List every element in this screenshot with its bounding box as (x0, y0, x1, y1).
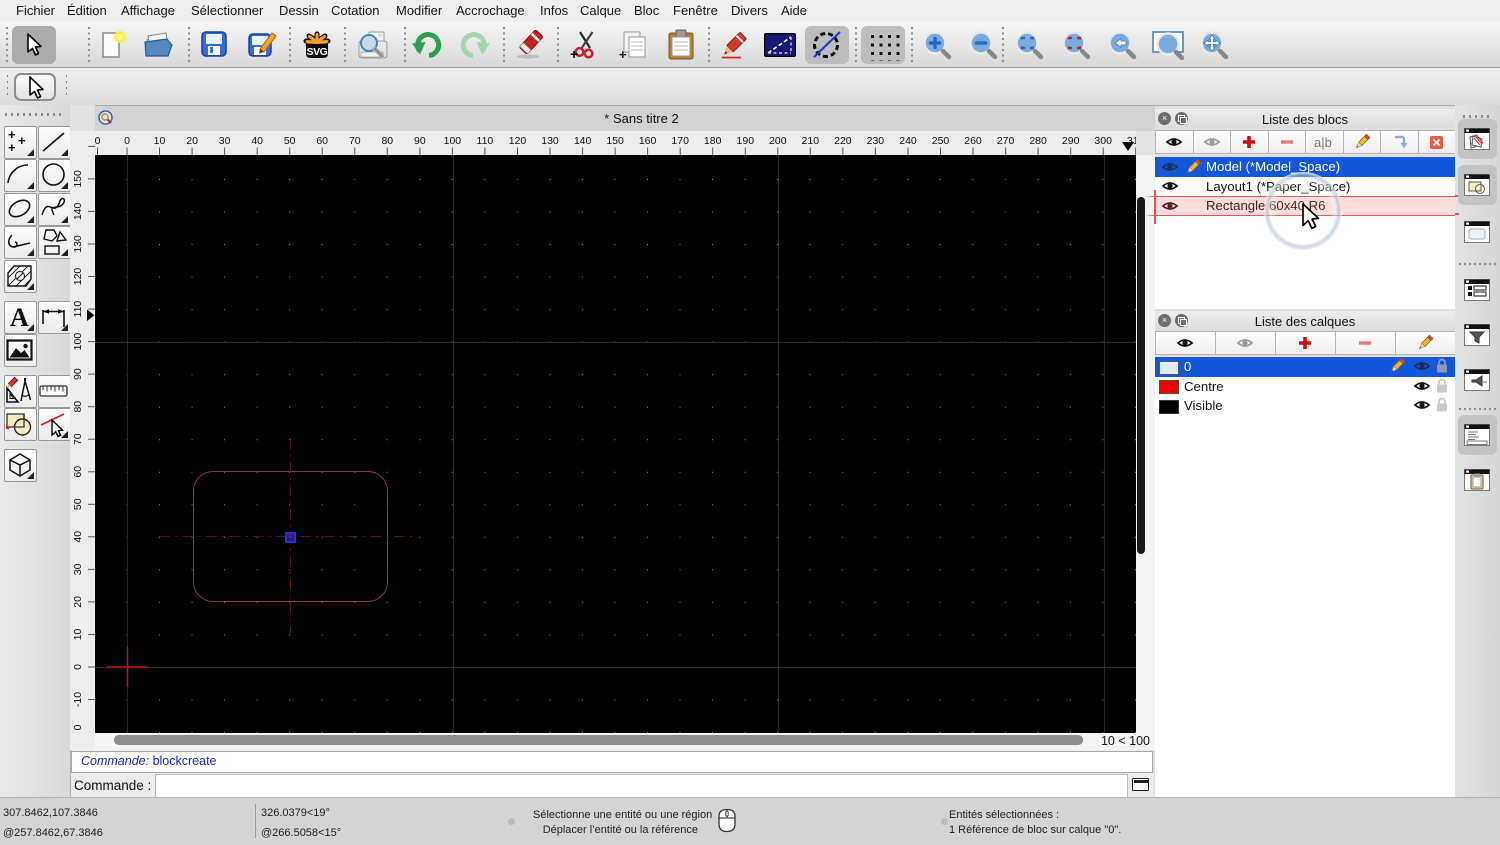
svg-text:170: 170 (671, 135, 689, 147)
svg-text:50: 50 (284, 135, 296, 147)
svg-text:SVG: SVG (307, 46, 328, 58)
svg-text:100: 100 (72, 333, 84, 351)
svg-text:10: 10 (72, 629, 84, 641)
svg-text:70: 70 (349, 135, 361, 147)
svg-text:250: 250 (932, 135, 950, 147)
svg-text:230: 230 (867, 135, 885, 147)
svg-text:120: 120 (509, 135, 527, 147)
svg-text:-10: -10 (72, 692, 84, 707)
svg-text:-20: -20 (72, 724, 84, 731)
svg-text:140: 140 (72, 202, 84, 220)
svg-text:270: 270 (997, 135, 1015, 147)
svg-text:110: 110 (72, 301, 84, 318)
svg-text:150: 150 (72, 170, 84, 188)
svg-text:20: 20 (72, 596, 84, 608)
svg-text:70: 70 (72, 433, 84, 445)
svg-text:90: 90 (72, 368, 84, 380)
svg-text:50: 50 (72, 498, 84, 510)
svg-text:90: 90 (414, 135, 426, 147)
svg-text:80: 80 (72, 401, 84, 413)
svg-text:200: 200 (769, 135, 787, 147)
svg-text:A: A (10, 303, 29, 332)
svg-text:150: 150 (606, 135, 624, 147)
svg-text:40: 40 (251, 135, 263, 147)
svg-text:60: 60 (316, 135, 328, 147)
svg-text:210: 210 (802, 135, 820, 147)
svg-text:110: 110 (477, 135, 494, 147)
svg-text:240: 240 (899, 135, 917, 147)
svg-text:130: 130 (72, 235, 84, 253)
svg-text:30: 30 (72, 563, 84, 575)
svg-text:280: 280 (1029, 135, 1047, 147)
svg-text:160: 160 (639, 135, 657, 147)
svg-text:260: 260 (964, 135, 982, 147)
svg-text:20: 20 (186, 135, 198, 147)
svg-text:220: 220 (834, 135, 852, 147)
svg-text:0: 0 (95, 135, 101, 147)
svg-text:10: 10 (154, 135, 166, 147)
svg-text:60: 60 (72, 466, 84, 478)
svg-text:0: 0 (124, 135, 130, 147)
svg-text:120: 120 (72, 268, 84, 286)
svg-text:+: + (8, 140, 16, 155)
svg-text:0: 0 (72, 664, 84, 670)
svg-text:180: 180 (704, 135, 722, 147)
svg-text:300: 300 (1094, 135, 1112, 147)
svg-text:100: 100 (444, 135, 462, 147)
svg-text:30: 30 (219, 135, 231, 147)
svg-text:190: 190 (737, 135, 755, 147)
svg-text:130: 130 (541, 135, 559, 147)
svg-text:140: 140 (574, 135, 592, 147)
svg-text:290: 290 (1062, 135, 1080, 147)
svg-text:80: 80 (381, 135, 393, 147)
svg-text:+: + (18, 133, 26, 148)
svg-text:40: 40 (72, 531, 84, 543)
svg-text:+: + (619, 47, 627, 60)
svg-text:+: + (570, 46, 578, 60)
